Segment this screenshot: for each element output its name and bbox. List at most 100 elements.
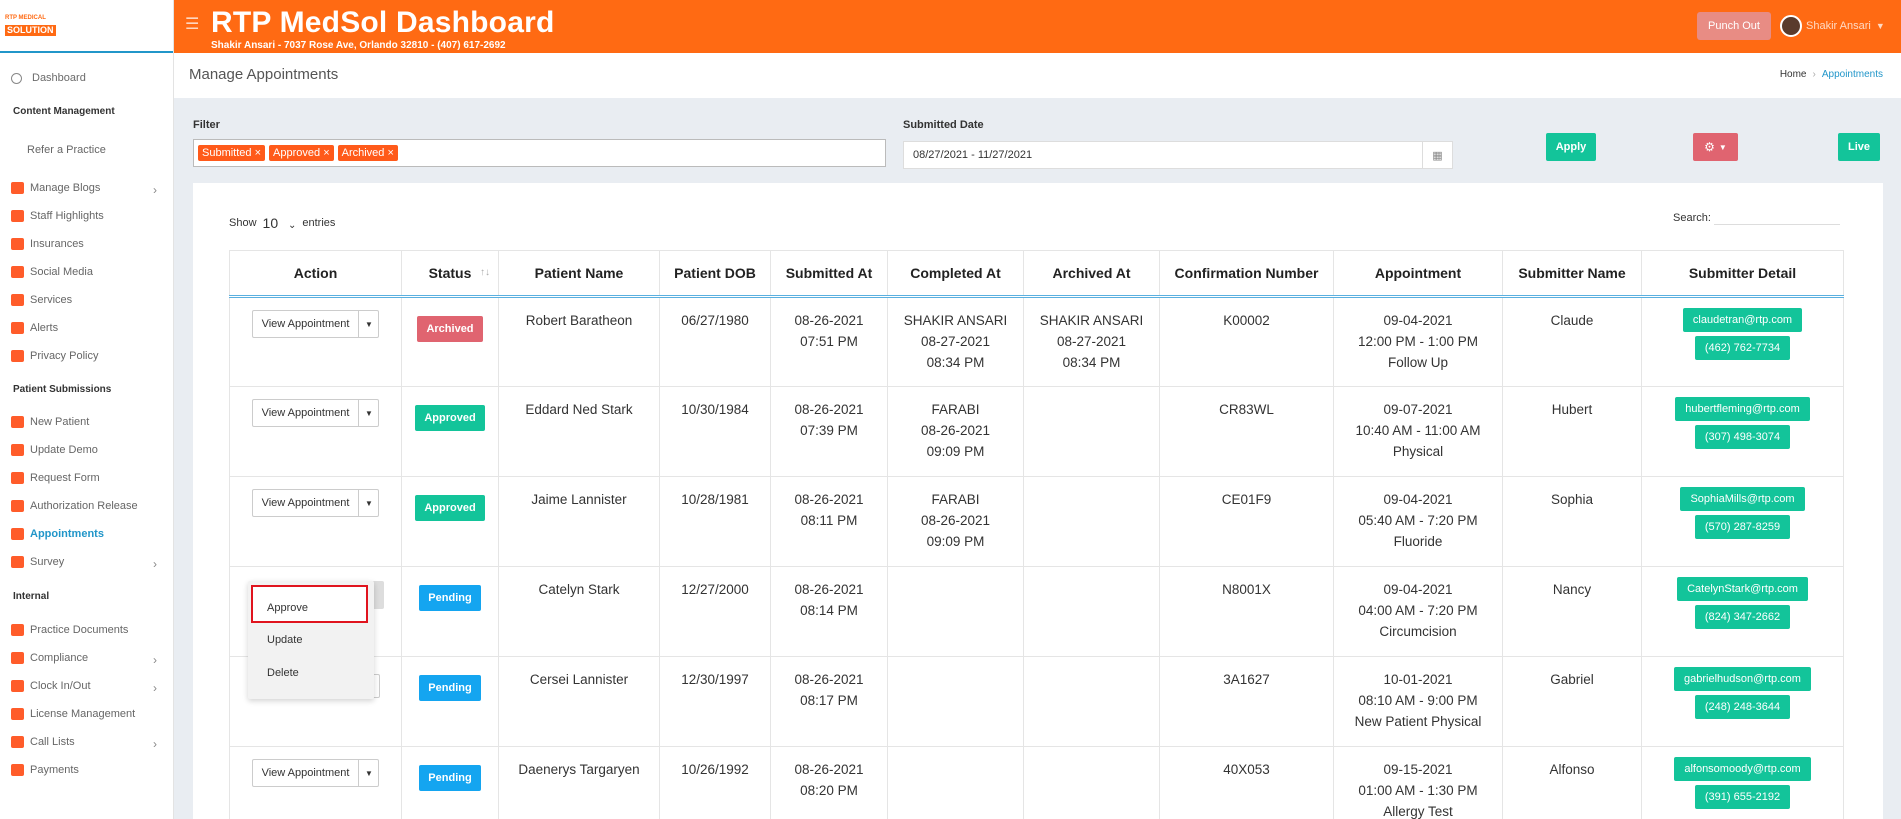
sidebar-item-label: Authorization Release: [30, 500, 138, 512]
cell-submitted-at: 08-26-2021 08:17 PM: [770, 656, 888, 747]
appointment-time: 12:00 PM - 1:00 PM: [1357, 334, 1479, 349]
status-badge: Pending: [419, 765, 481, 791]
table-row: View Appointment ▼ Approved Jaime Lannister…: [229, 476, 1844, 567]
view-appointment-button[interactable]: View Appointment: [253, 311, 360, 337]
sidebar-item-compliance[interactable]: Compliance ›: [0, 644, 173, 672]
menu-item-update[interactable]: Update: [267, 634, 302, 646]
submitter-phone-button[interactable]: (824) 347-2662: [1694, 605, 1791, 629]
sidebar-item-license-management[interactable]: License Management: [0, 700, 173, 728]
header-submitter-detail: Submitter Detail: [1641, 250, 1844, 298]
sidebar-item-alerts[interactable]: Alerts: [0, 314, 173, 342]
chevron-right-icon: ›: [153, 737, 157, 751]
submitter-email-button[interactable]: claudetran@rtp.com: [1682, 308, 1803, 332]
menu-item-approve[interactable]: Approve: [267, 602, 308, 614]
caret-down-icon[interactable]: ▼: [359, 400, 378, 426]
table-row: View Appointment ▼ Archived Robert Baratheo…: [229, 296, 1844, 387]
sidebar-item-authorization-release[interactable]: Authorization Release: [0, 492, 173, 520]
sidebar-item-request-form[interactable]: Request Form: [0, 464, 173, 492]
settings-dropdown-button[interactable]: ⚙ ▼: [1693, 133, 1738, 161]
sidebar-item-update-demo[interactable]: Update Demo: [0, 436, 173, 464]
sidebar-item-clock-in-out[interactable]: Clock In/Out ›: [0, 672, 173, 700]
submitter-email-button[interactable]: gabrielhudson@rtp.com: [1674, 667, 1811, 691]
calendar-icon[interactable]: ▦: [1422, 142, 1452, 168]
entries-select[interactable]: 10 ⌄: [263, 215, 297, 231]
sidebar-item-social-media[interactable]: Social Media: [0, 258, 173, 286]
sidebar-item-appointments[interactable]: Appointments: [0, 520, 173, 548]
sidebar-item-label: Dashboard: [32, 72, 86, 84]
sidebar-item-privacy-policy[interactable]: Privacy Policy: [0, 342, 173, 370]
apply-button[interactable]: Apply: [1546, 133, 1596, 161]
submitter-email-button[interactable]: alfonsomoody@rtp.com: [1674, 757, 1811, 781]
submitter-email-button[interactable]: SophiaMills@rtp.com: [1680, 487, 1805, 511]
show-label: Show: [229, 217, 257, 229]
live-button[interactable]: Live: [1838, 133, 1880, 161]
logo-container: RTP MEDICAL SOLUTION: [0, 0, 173, 53]
breadcrumb-separator-icon: ›: [1812, 69, 1816, 80]
close-icon[interactable]: ×: [323, 147, 329, 159]
appointment-type: New Patient Physical: [1354, 714, 1482, 729]
filter-tag-label: Submitted: [202, 147, 252, 159]
header-status[interactable]: Status ↑↓: [401, 250, 499, 298]
cell-completed-at: SHAKIR ANSARI 08-27-2021 08:34 PM: [887, 296, 1024, 387]
completed-date: 08-26-2021: [920, 513, 991, 528]
cell-appointment: 09-04-2021 05:40 AM - 7:20 PM Fluoride: [1333, 476, 1503, 567]
action-dropdown-menu: Approve Update Delete: [248, 581, 374, 699]
punch-out-button[interactable]: Punch Out: [1697, 12, 1771, 40]
sidebar-item-new-patient[interactable]: New Patient: [0, 408, 173, 436]
sidebar-item-practice-documents[interactable]: Practice Documents: [0, 616, 173, 644]
sidebar-item-label: New Patient: [30, 416, 90, 428]
sidebar-item-refer-practice[interactable]: Refer a Practice: [0, 126, 173, 174]
submitter-phone-button[interactable]: (570) 287-8259: [1694, 515, 1791, 539]
view-appointment-button[interactable]: View Appointment: [253, 490, 360, 516]
sidebar-item-payments[interactable]: Payments: [0, 756, 173, 784]
cell-patient-dob: 10/30/1984: [659, 386, 771, 477]
submitter-phone-button[interactable]: (248) 248-3644: [1694, 695, 1791, 719]
appointment-time: 05:40 AM - 7:20 PM: [1358, 513, 1478, 528]
submitter-phone-button[interactable]: (391) 655-2192: [1694, 785, 1791, 809]
filter-tag-archived[interactable]: Archived ×: [337, 145, 398, 161]
sidebar-item-call-lists[interactable]: Call Lists ›: [0, 728, 173, 756]
filter-tags-input[interactable]: Submitted × Approved × Archived ×: [193, 139, 886, 167]
cell-archived-at: [1023, 566, 1160, 657]
sidebar-item-staff-highlights[interactable]: Staff Highlights: [0, 202, 173, 230]
hamburger-menu-icon[interactable]: ☰: [185, 14, 199, 34]
appointment-type: Follow Up: [1387, 355, 1449, 370]
search-input[interactable]: [1713, 211, 1840, 225]
table-row: Pending Catelyn Stark 12/27/2000 08-26-2021…: [229, 566, 1844, 657]
sort-icon[interactable]: ↑↓: [480, 267, 490, 278]
cell-submitted-at: 08-26-2021 08:11 PM: [770, 476, 888, 567]
patient-dob: 12/27/2000: [681, 582, 749, 597]
menu-item-delete[interactable]: Delete: [267, 667, 299, 679]
cell-confirmation-number: 40X053: [1159, 746, 1334, 819]
view-appointment-button[interactable]: View Appointment: [253, 400, 360, 426]
filter-tag-approved[interactable]: Approved ×: [269, 145, 334, 161]
submitter-name: Gabriel: [1550, 672, 1594, 687]
submitter-email-button[interactable]: hubertfleming@rtp.com: [1675, 397, 1810, 421]
submitter-email-button[interactable]: CatelynStark@rtp.com: [1677, 577, 1808, 601]
sidebar-item-dashboard[interactable]: Dashboard: [0, 60, 173, 96]
filter-tag-submitted[interactable]: Submitted ×: [198, 145, 266, 161]
sidebar-item-manage-blogs[interactable]: Manage Blogs ›: [0, 174, 173, 202]
sidebar-item-services[interactable]: Services: [0, 286, 173, 314]
breadcrumb-current[interactable]: Appointments: [1822, 69, 1883, 80]
cell-patient-name: Cersei Lannister: [498, 656, 660, 747]
sidebar-item-insurances[interactable]: Insurances: [0, 230, 173, 258]
confirmation-number: N8001X: [1222, 582, 1271, 597]
sidebar-item-survey[interactable]: Survey ›: [0, 548, 173, 576]
caret-down-icon[interactable]: ▼: [359, 311, 378, 337]
close-icon[interactable]: ×: [387, 147, 393, 159]
caret-down-icon[interactable]: ▼: [359, 490, 378, 516]
view-appointment-button[interactable]: View Appointment: [253, 760, 360, 786]
cell-completed-at: [887, 656, 1024, 747]
date-range-input[interactable]: 08/27/2021 - 11/27/2021 ▦: [903, 141, 1453, 169]
view-appointment-button-group: View Appointment ▼: [251, 759, 380, 787]
logo[interactable]: RTP MEDICAL SOLUTION: [5, 15, 59, 37]
breadcrumb-home[interactable]: Home: [1780, 69, 1807, 80]
user-menu[interactable]: Shakir Ansari ▼: [1780, 15, 1885, 37]
appointment-time: 04:00 AM - 7:20 PM: [1358, 603, 1478, 618]
close-icon[interactable]: ×: [255, 147, 261, 159]
caret-down-icon[interactable]: ▼: [359, 760, 378, 786]
submitter-phone-button[interactable]: (462) 762-7734: [1694, 336, 1791, 360]
cell-patient-name: Robert Baratheon: [498, 296, 660, 387]
submitter-phone-button[interactable]: (307) 498-3074: [1694, 425, 1791, 449]
